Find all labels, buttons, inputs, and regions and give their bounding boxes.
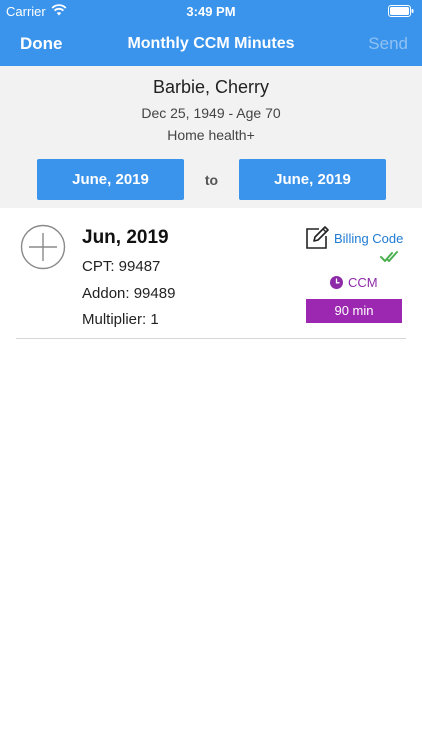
date-range-separator: to	[204, 172, 219, 188]
end-month-button[interactable]: June, 2019	[239, 159, 386, 200]
start-month-button[interactable]: June, 2019	[37, 159, 184, 200]
clock-icon	[330, 276, 343, 289]
send-button[interactable]: Send	[368, 34, 408, 54]
record-month: Jun, 2019	[82, 227, 169, 248]
record-multiplier: Multiplier: 1	[82, 311, 159, 328]
patient-name: Barbie, Cherry	[152, 77, 270, 97]
plus-circle-icon[interactable]	[20, 224, 66, 270]
record-cpt-code: CPT: 99487	[82, 258, 161, 275]
edit-pencil-icon[interactable]	[305, 226, 329, 250]
navigation-bar: Done Monthly CCM Minutes Send	[0, 22, 422, 66]
app-header: Carrier 3:49 PM Done Monthly CCM Minutes…	[0, 0, 422, 66]
record-addon-code: Addon: 99489	[82, 285, 176, 302]
patient-dob-age: Dec 25, 1949 - Age 70	[141, 105, 281, 121]
double-check-icon	[380, 251, 398, 262]
status-bar: Carrier 3:49 PM	[0, 0, 422, 22]
ccm-minutes-badge: 90 min	[306, 299, 402, 323]
billing-code-link[interactable]: Billing Code	[334, 231, 403, 246]
page-title: Monthly CCM Minutes	[127, 35, 295, 52]
patient-service: Home health+	[167, 127, 255, 143]
list-item: Jun, 2019 CPT: 99487 Addon: 99489 Multip…	[0, 208, 422, 340]
battery-icon	[388, 5, 414, 17]
ccm-label: CCM	[348, 275, 378, 290]
patient-summary: Barbie, Cherry Dec 25, 1949 - Age 70 Hom…	[0, 66, 422, 208]
status-time: 3:49 PM	[186, 4, 236, 19]
list-divider	[16, 338, 406, 339]
